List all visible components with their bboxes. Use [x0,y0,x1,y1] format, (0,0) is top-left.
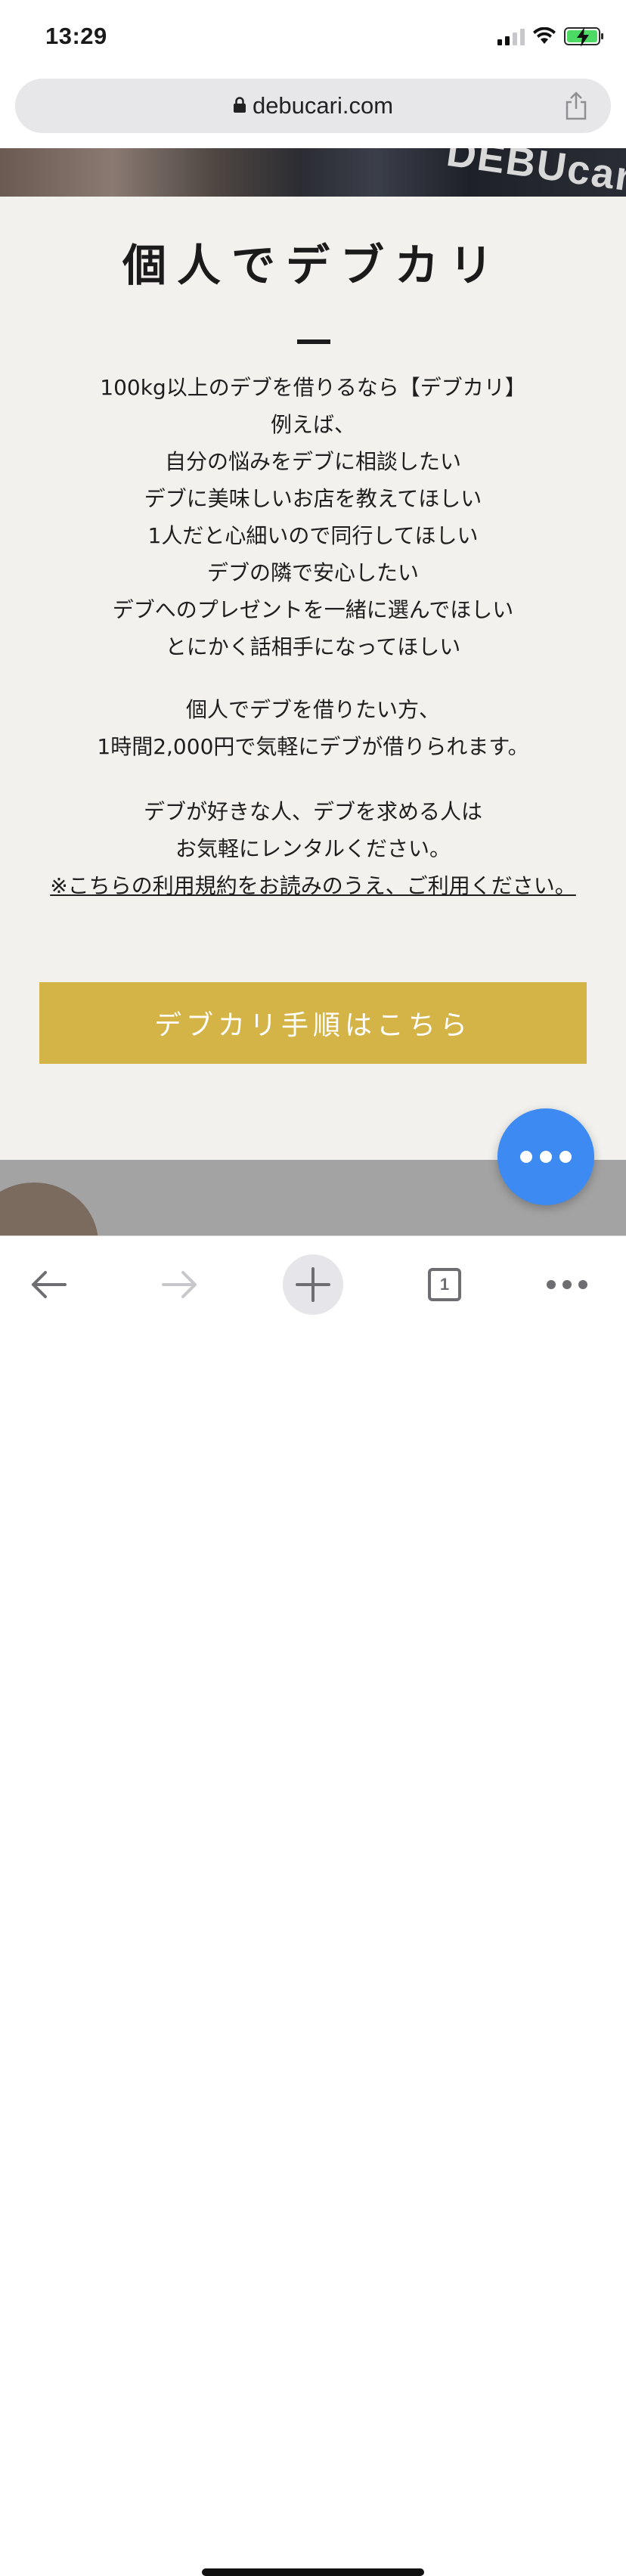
lock-icon [233,97,246,113]
tab-count: 1 [428,1268,461,1301]
title-divider [297,339,330,344]
status-bar: 13:29 [0,0,626,73]
intro-line: 100kg以上のデブを借りるなら【デブカリ】 [100,375,526,400]
share-icon[interactable] [564,91,588,121]
arrow-right-icon [162,1271,197,1298]
terms-link[interactable]: ※こちらの利用規約をお読みのうえ、ご利用ください。 [50,873,575,898]
browser-toolbar: 1 [0,1235,626,2576]
intro-line: デブの隣で安心したい [206,560,419,585]
status-icons [497,26,603,47]
personal-rental-section: 個人でデブカリ 100kg以上のデブを借りるなら【デブカリ】 例えば、 自分の悩… [0,197,626,1160]
intro-line: 自分の悩みをデブに相談したい [164,449,461,474]
section-title: 個人でデブカリ [122,240,504,291]
forward-button[interactable] [150,1254,210,1315]
url-text: debucari.com [252,92,394,119]
more-dots-icon [520,1151,532,1163]
menu-button[interactable] [537,1254,597,1315]
intro-line: デブに美味しいお店を教えてほしい [144,486,482,511]
address-bar[interactable]: debucari.com [15,79,611,133]
status-time: 13:29 [45,23,107,49]
plus-icon [296,1267,330,1302]
price-text: 個人でデブを借りたい方、 1時間2,000円で気軽にデブが借りられます。 [23,691,603,765]
intro-line: とにかく話相手になってほしい [165,634,461,659]
invite-text: デブが好きな人、デブを求める人は お気軽にレンタルください。 ※こちらの利用規約… [23,793,603,904]
intro-line: 例えば、 [270,412,355,437]
hero-logo: DEBUcari [444,148,626,197]
wifi-icon [533,27,556,44]
price-line: 1時間2,000円で気軽にデブが借りられます。 [97,734,529,759]
back-button[interactable] [18,1254,79,1315]
rental-steps-button[interactable]: デブカリ手順はこちら [39,982,587,1064]
intro-text: 100kg以上のデブを借りるなら【デブカリ】 例えば、 自分の悩みをデブに相談し… [23,369,603,665]
arrow-left-icon [32,1271,67,1298]
invite-line: お気軽にレンタルください。 [175,836,451,861]
new-tab-button[interactable] [283,1254,343,1315]
invite-line: デブが好きな人、デブを求める人は [143,799,482,824]
intro-line: デブへのプレゼントを一緒に選んでほしい [112,597,514,622]
ellipsis-icon [547,1280,587,1289]
chat-fab-button[interactable] [497,1108,594,1205]
home-indicator [202,2568,424,2576]
tab-switcher-button[interactable]: 1 [414,1254,475,1315]
price-line: 個人でデブを借りたい方、 [185,697,440,722]
battery-charging-icon [564,27,603,47]
cellular-signal-icon [497,27,525,45]
intro-line: 1人だと心細いので同行してほしい [147,523,479,548]
hero-image: DEBUcari [0,148,626,197]
